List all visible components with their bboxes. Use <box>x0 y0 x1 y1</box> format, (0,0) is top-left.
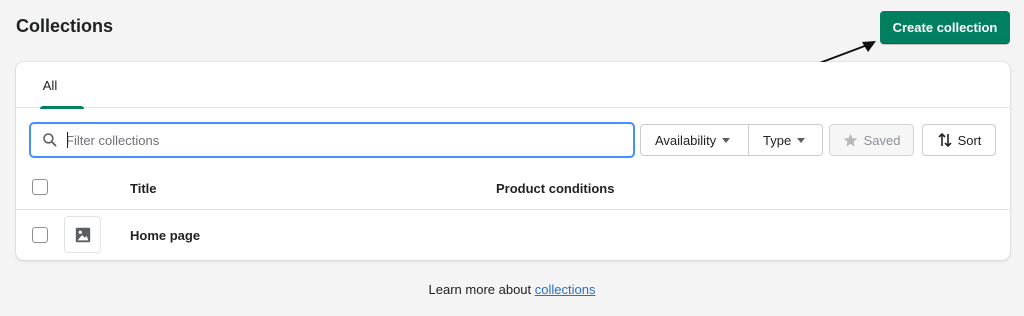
search-icon <box>43 133 57 147</box>
sort-arrows-icon <box>938 132 952 148</box>
caret-down-icon <box>797 137 806 143</box>
star-icon <box>843 133 857 146</box>
caret-down-icon <box>722 137 731 143</box>
table-row[interactable]: Home page <box>16 210 1010 260</box>
collections-card: All Availability Type <box>16 62 1010 260</box>
collection-title[interactable]: Home page <box>130 228 200 243</box>
image-placeholder-icon <box>75 227 90 242</box>
column-header-product-conditions: Product conditions <box>496 181 615 196</box>
sort-label: Sort <box>957 132 982 148</box>
search-input[interactable] <box>66 127 626 153</box>
filter-button-group: Availability Type <box>640 124 823 156</box>
availability-filter-label: Availability <box>655 132 717 148</box>
collection-thumbnail <box>64 216 101 253</box>
type-filter-button[interactable]: Type <box>749 124 823 156</box>
footer-text: Learn more about <box>428 282 535 297</box>
page-title: Collections <box>16 16 114 36</box>
saved-label: Saved <box>863 132 901 148</box>
row-checkbox[interactable] <box>32 227 48 243</box>
tab-all[interactable]: All <box>28 62 84 109</box>
column-header-title: Title <box>130 181 157 196</box>
create-collection-button[interactable]: Create collection <box>880 11 1010 44</box>
footer-help: Learn more about collections <box>0 282 1024 297</box>
text-caret <box>67 132 68 148</box>
availability-filter-button[interactable]: Availability <box>640 124 749 156</box>
sort-button[interactable]: Sort <box>922 124 996 156</box>
search-field[interactable] <box>29 122 635 158</box>
type-filter-label: Type <box>763 132 792 148</box>
tab-all-label: All <box>42 77 58 93</box>
saved-button[interactable]: Saved <box>829 124 914 156</box>
collections-page: Collections Create collection All Availa… <box>0 0 1024 316</box>
tab-bar: All <box>16 62 1010 109</box>
table-header-row: Title Product conditions <box>16 164 1010 210</box>
tab-selected-indicator <box>40 106 84 109</box>
select-all-checkbox[interactable] <box>32 179 48 195</box>
collections-help-link[interactable]: collections <box>535 282 596 297</box>
